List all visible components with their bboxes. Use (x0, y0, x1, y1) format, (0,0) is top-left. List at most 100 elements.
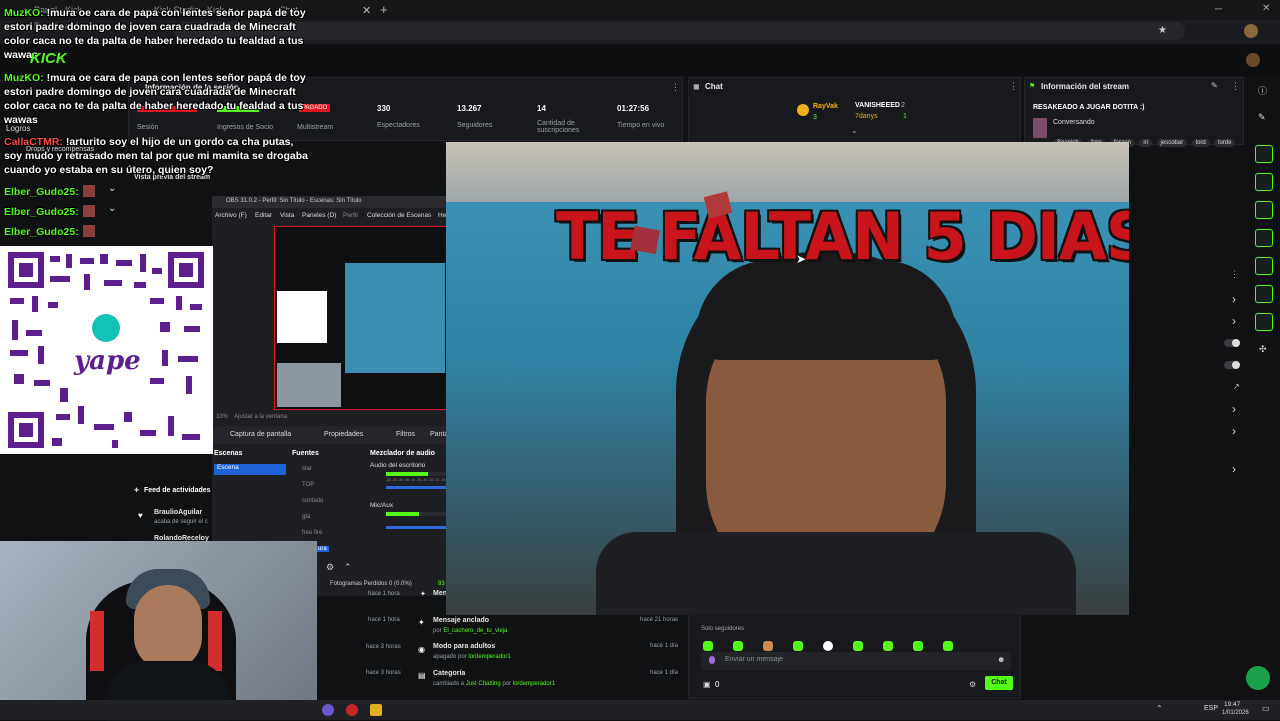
emote-row[interactable] (703, 638, 1009, 652)
pencil-icon[interactable]: ✎ (1258, 112, 1266, 123)
leader-name: 7danys (855, 113, 878, 120)
obs-source-item[interactable]: gta (302, 514, 310, 520)
chevron-right-icon[interactable]: › (1232, 424, 1236, 438)
info-icon: ⚑ (1029, 83, 1036, 90)
chevron-right-icon[interactable]: › (1232, 292, 1236, 306)
obs-preview-qr (277, 291, 327, 343)
wrench-icon[interactable] (1255, 313, 1273, 331)
message-icon[interactable] (1255, 229, 1273, 247)
obs-menu-file[interactable]: Archivo (F) (215, 212, 247, 219)
points-icon: ▣ (703, 680, 711, 689)
event-time: hace 1 hora (368, 617, 400, 623)
obs-source-item[interactable]: contado (302, 498, 323, 504)
viewers-value: 330 (377, 104, 391, 113)
obs-bitrate: 83 (438, 581, 445, 587)
info-circle-icon[interactable]: ⓘ (1258, 84, 1267, 97)
obs-source-item[interactable]: TOP (302, 482, 314, 488)
language-indicator[interactable]: ESP (1204, 705, 1218, 712)
edit-icon[interactable]: ✎ (1211, 81, 1218, 90)
chat-input[interactable]: Enviar un mensaje ☻ (701, 652, 1011, 670)
tag: iri (1139, 139, 1153, 147)
obs-fit[interactable]: Ajustar a la ventana (234, 414, 287, 420)
tag: lord (1191, 139, 1210, 147)
chat-username: Elber_Gudo25: (4, 226, 79, 238)
chevron-right-icon[interactable]: › (1232, 314, 1236, 328)
toggle-switch[interactable] (1224, 339, 1240, 347)
send-chat-button[interactable]: Chat (985, 676, 1013, 690)
profile-avatar[interactable] (1244, 24, 1258, 38)
overlay-chat-message: Elber_Gudo25: (4, 225, 79, 239)
obs-mixer-mic: Mic/Aux (370, 502, 394, 509)
chevron-right-icon[interactable]: › (1232, 402, 1236, 416)
external-link-icon[interactable]: ↗ (1233, 382, 1240, 391)
support-chat-icon[interactable] (1246, 666, 1270, 690)
bookmark-icon[interactable] (1255, 201, 1273, 219)
link-icon[interactable] (1255, 257, 1273, 275)
stream-info-more-icon[interactable]: ⋮ (1231, 81, 1240, 92)
obs-mic-slider[interactable] (386, 526, 446, 529)
shield-icon[interactable] (1255, 145, 1273, 163)
obs-source-item-selected[interactable]: ura (316, 546, 329, 552)
taskbar-app-icon[interactable] (322, 704, 334, 716)
notification-icon[interactable]: ▭ (1262, 704, 1270, 713)
obs-scene-item[interactable]: Escena (214, 464, 286, 475)
chevron-down-icon[interactable]: ⌄ (108, 203, 116, 214)
obs-menu-docks[interactable]: Paneles (D) (302, 212, 336, 219)
chevron-right-icon[interactable]: › (1232, 462, 1236, 476)
user-avatar[interactable] (1246, 53, 1260, 67)
chevron-down-icon[interactable]: ⌄ (108, 183, 116, 194)
video-emote-sticker (630, 225, 660, 255)
gift-icon[interactable] (1255, 285, 1273, 303)
obs-mixer-desktop: Audio del escritorio (370, 462, 426, 469)
obs-settings-icon[interactable]: ⚙ (326, 562, 334, 573)
obs-menu-profile[interactable]: Perfil (343, 212, 358, 219)
obs-menu-view[interactable]: Vista (280, 212, 294, 219)
clock-date[interactable]: 1/01/2026 (1222, 710, 1249, 716)
obs-menu-edit[interactable]: Editar (255, 212, 272, 219)
minimize-icon[interactable]: ─ (1215, 4, 1222, 15)
subs-label: Cantidad de suscripciones (537, 120, 580, 134)
live-time-label: Tiempo en vivo (617, 122, 665, 129)
event-title: Categoría (433, 670, 466, 677)
taskbar-folder-icon[interactable] (370, 704, 382, 716)
chat-settings-icon[interactable]: ⚙ (969, 680, 976, 689)
stream-info-title: Información del stream (1041, 82, 1130, 91)
obs-source-item[interactable]: free fire (302, 530, 322, 536)
panel-more-icon[interactable]: ⋮ (1230, 269, 1239, 280)
obs-desktop-slider[interactable] (386, 486, 446, 489)
toggle-switch[interactable] (1224, 361, 1240, 369)
category-name: Conversando (1053, 119, 1095, 126)
address-bar[interactable] (175, 22, 1185, 40)
more-icon[interactable]: ⋮ (671, 82, 680, 93)
tray-chevron-icon[interactable]: ⌃ (1156, 704, 1163, 713)
puzzle-icon[interactable]: ✣ (1259, 344, 1267, 355)
webcam-chair-accent (208, 611, 222, 671)
obs-properties-button[interactable]: Propiedades (324, 431, 363, 438)
emote-picker-icon[interactable] (709, 656, 715, 664)
stream-video[interactable]: TE FALTAN 5 DIAS ➤ (446, 142, 1129, 615)
obs-filters-button[interactable]: Filtros (396, 431, 415, 438)
overlay-chat-message: Elber_Gudo25: (4, 185, 79, 199)
leader-name: RayVak (813, 103, 838, 110)
obs-preview-canvas[interactable] (274, 226, 448, 410)
category-thumbnail (1033, 118, 1047, 138)
event-time: hace 1 hora (368, 591, 400, 597)
clock-time[interactable]: 19:47 (1224, 701, 1240, 708)
bookmark-star-icon[interactable]: ★ (1158, 25, 1167, 36)
obs-menu-scenes-collection[interactable]: Colección de Escenas (367, 212, 431, 219)
leader-count: 1 (903, 113, 907, 120)
window-close-icon[interactable]: ✕ (1262, 3, 1270, 14)
new-tab-button[interactable]: + (380, 2, 388, 17)
pin-icon: ✦ (418, 618, 425, 627)
obs-up-icon[interactable]: ⌃ (344, 562, 352, 573)
bolt-icon[interactable] (1255, 173, 1273, 191)
obs-sources-header: Fuentes (292, 450, 319, 457)
close-tab-icon[interactable]: ✕ (362, 4, 371, 17)
followers-value: 13.267 (457, 104, 482, 113)
taskbar-obs-icon[interactable] (346, 704, 358, 716)
chat-more-icon[interactable]: ⋮ (1009, 81, 1018, 92)
emoji-icon[interactable]: ☻ (997, 655, 1005, 664)
chevron-down-icon[interactable]: ⌄ (851, 126, 858, 135)
activity-user[interactable]: BraulioAguilar (154, 509, 202, 516)
obs-source-item[interactable]: star (302, 466, 312, 472)
